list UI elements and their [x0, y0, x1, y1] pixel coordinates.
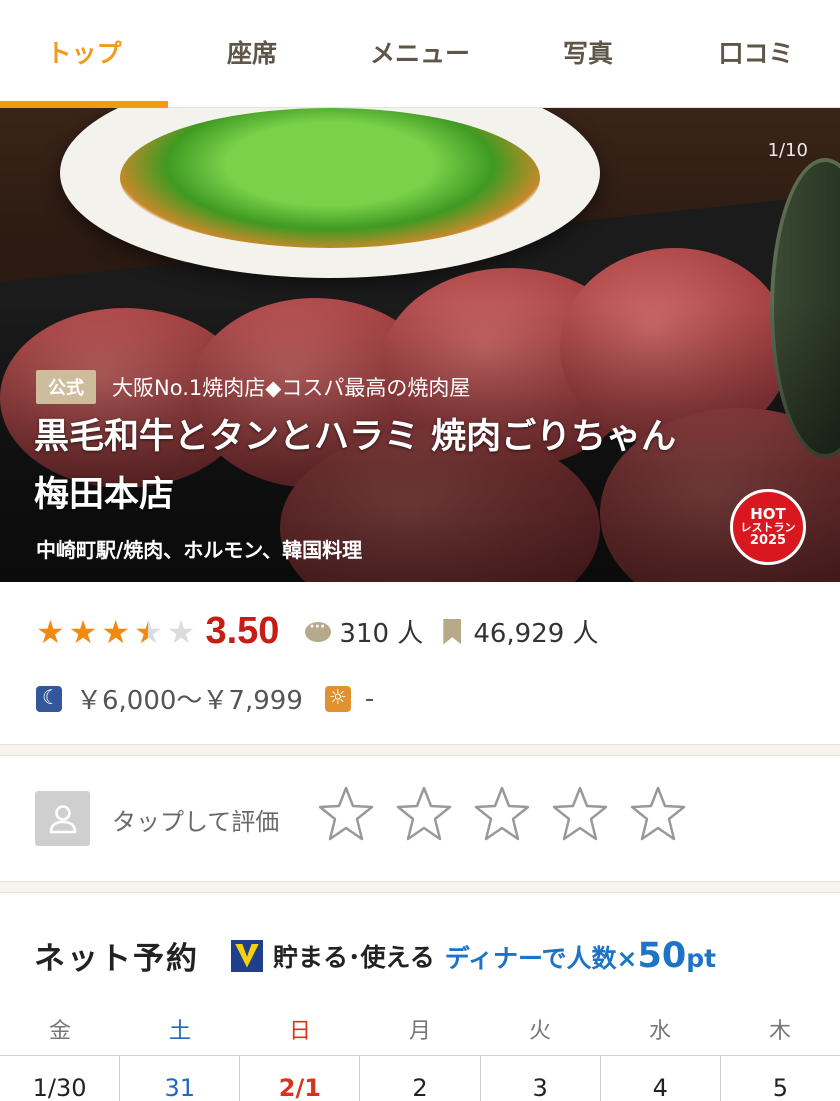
v-point-icon [231, 939, 263, 972]
date-cell[interactable]: 3 [481, 1056, 601, 1101]
rating-stars: ★ ★ ★ ★ ★ [36, 616, 195, 648]
date-row: 1/30 31 2/1 2 3 4 5 [0, 1055, 840, 1101]
tab-menu[interactable]: メニュー [336, 0, 504, 107]
bookmark-count[interactable]: 46,929 人 [473, 613, 598, 650]
date-cell[interactable]: 5 [721, 1056, 840, 1101]
hot-badge-line1: HOT [750, 504, 786, 523]
empty-star-icon: ★ [166, 612, 196, 651]
tap-to-rate-section: タップして評価 [0, 756, 840, 881]
promo-unit: pt [686, 943, 717, 973]
rate-star-1-icon[interactable] [318, 784, 374, 844]
net-reservation-section: ネット予約 貯まる･使える ディナーで人数×50pt 金 土 日 月 火 水 木… [0, 893, 840, 1101]
lunch-sun-icon [324, 685, 351, 712]
point-earn-use-label: 貯まる･使える [273, 942, 435, 972]
star-icon: ★ [36, 612, 65, 651]
dinner-points-promo[interactable]: ディナーで人数×50pt [445, 936, 716, 976]
reservation-header: ネット予約 貯まる･使える ディナーで人数×50pt [34, 933, 716, 978]
lunch-price: - [364, 683, 375, 714]
official-badge: 公式 [36, 370, 96, 404]
weekday-label: 土 [168, 1019, 191, 1044]
comment-icon [305, 619, 332, 642]
user-avatar [35, 791, 90, 846]
promo-text: ディナーで人数× [444, 943, 638, 973]
weekday-label: 金 [48, 1019, 71, 1044]
rating-score[interactable]: 3.50 [205, 610, 279, 653]
hero-badge-row: 公式 大阪No.1焼肉店◆コスパ最高の焼肉屋 [36, 370, 470, 404]
weekday-label: 水 [648, 1019, 671, 1044]
date-cell[interactable]: 2 [360, 1056, 481, 1101]
half-star-icon: ★ [134, 616, 163, 648]
restaurant-name: 黒毛和牛とタンとハラミ 焼肉ごりちゃん 梅田本店 [34, 417, 677, 515]
hero-photo-carousel[interactable]: 1/10 公式 大阪No.1焼肉店◆コスパ最高の焼肉屋 黒毛和牛とタンとハラミ … [0, 108, 840, 582]
date-cell[interactable]: 2/1 [240, 1056, 361, 1101]
tab-top[interactable]: トップ [0, 0, 168, 108]
tab-photos[interactable]: 写真 [504, 0, 672, 107]
hot-badge-line3: 2025 [749, 532, 787, 548]
dinner-moon-icon [36, 685, 62, 712]
top-tab-bar: トップ 座席 メニュー 写真 口コミ [0, 0, 840, 108]
tab-seats[interactable]: 座席 [168, 0, 336, 107]
date-cell[interactable]: 1/30 [0, 1056, 121, 1101]
weekday-label: 月 [408, 1019, 431, 1044]
hero-photo-greens [120, 108, 540, 248]
promo-points: 50 [637, 935, 687, 976]
rate-star-2-icon[interactable] [396, 784, 452, 844]
weekday-label: 日 [288, 1019, 311, 1044]
section-divider [0, 881, 840, 893]
photo-counter: 1/10 [767, 140, 808, 161]
rate-star-5-icon[interactable] [630, 784, 686, 844]
review-count[interactable]: 310 人 [339, 613, 423, 650]
rating-section: ★ ★ ★ ★ ★ 3.50 310 人 46,929 人 ￥6,000～￥7,… [0, 582, 840, 744]
rating-row: ★ ★ ★ ★ ★ 3.50 310 人 46,929 人 [36, 610, 619, 653]
user-silhouette-icon [49, 804, 76, 833]
rate-stars [318, 784, 686, 844]
reservation-title: ネット予約 [34, 941, 199, 977]
price-row: ￥6,000～￥7,999 - [36, 680, 374, 717]
weekday-header: 金 土 日 月 火 水 木 [0, 1013, 840, 1045]
bookmark-icon [443, 618, 462, 645]
date-cell[interactable]: 4 [601, 1056, 721, 1101]
tap-to-rate-label: タップして評価 [112, 808, 280, 836]
weekday-label: 木 [768, 1019, 791, 1044]
rate-star-4-icon[interactable] [552, 784, 608, 844]
station-genre: 中崎町駅/焼肉、ホルモン、韓国料理 [36, 538, 363, 562]
date-cell[interactable]: 31 [120, 1056, 241, 1101]
tab-reviews[interactable]: 口コミ [672, 0, 840, 107]
section-divider [0, 744, 840, 756]
weekday-label: 火 [528, 1019, 551, 1044]
catch-copy: 大阪No.1焼肉店◆コスパ最高の焼肉屋 [112, 376, 471, 400]
dinner-price: ￥6,000～￥7,999 [76, 686, 303, 716]
star-icon: ★ [68, 612, 98, 651]
star-icon: ★ [101, 612, 131, 651]
hot-restaurant-badge: HOT レストラン 2025 [730, 489, 806, 565]
rate-star-3-icon[interactable] [474, 784, 530, 844]
